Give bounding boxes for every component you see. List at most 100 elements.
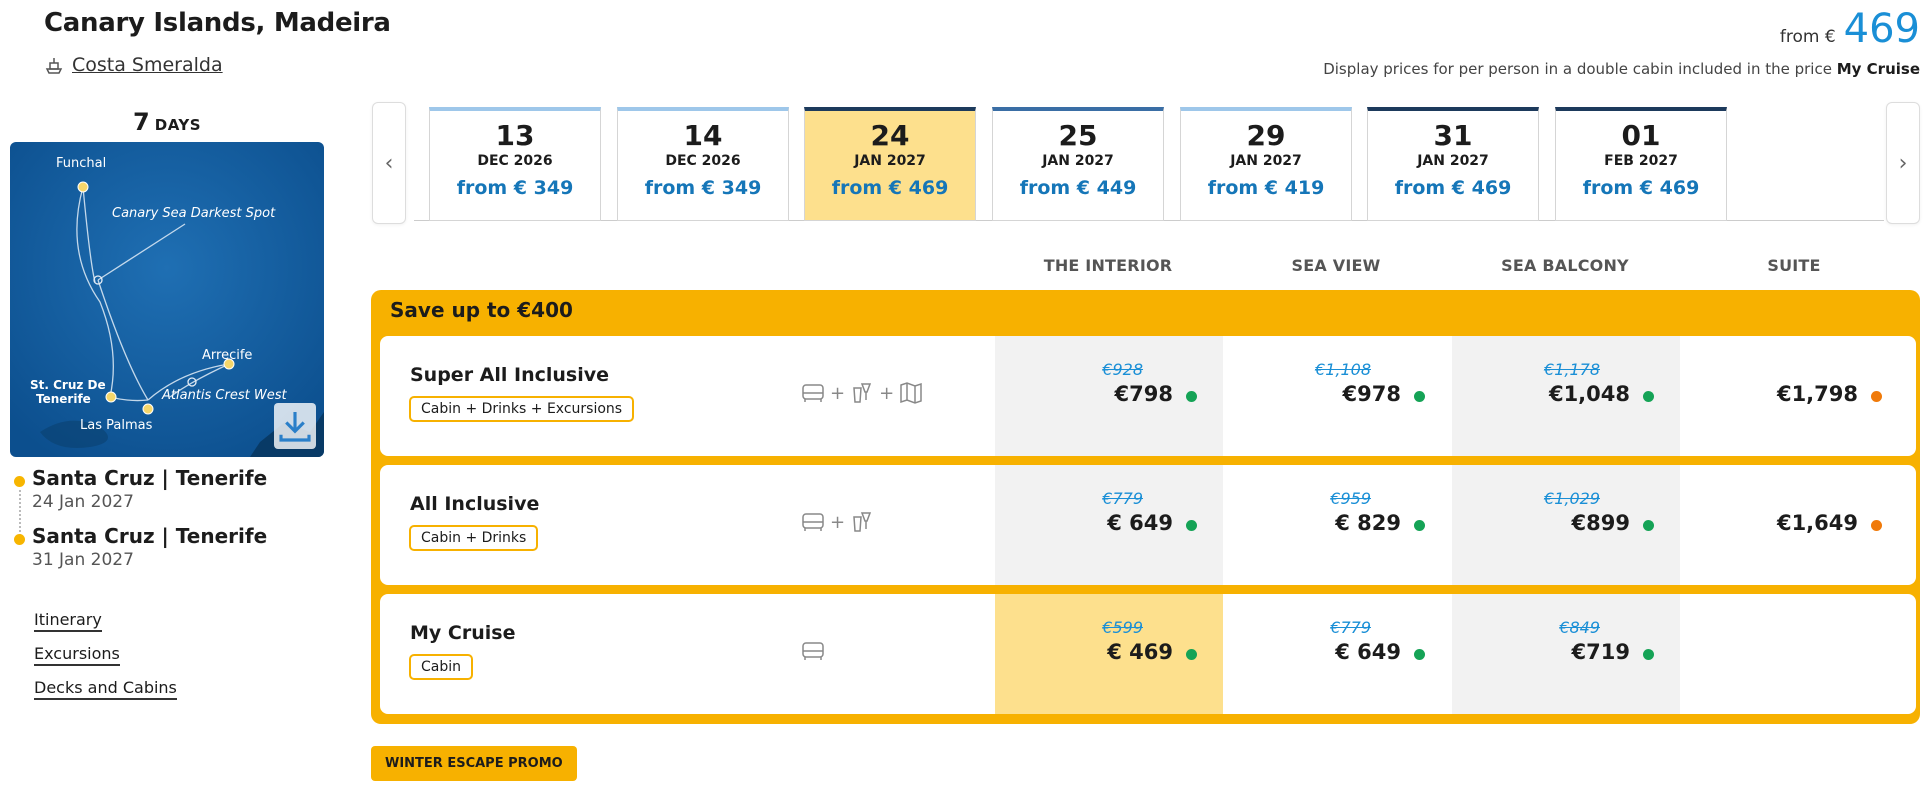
date-day: 01 — [1621, 119, 1661, 152]
price-note-package: My Cruise — [1836, 60, 1920, 78]
old-price: €779 — [1330, 618, 1371, 637]
col-header-interior: THE INTERIOR — [1043, 256, 1173, 275]
package-tag: Cabin + Drinks — [409, 525, 539, 551]
availability-dot — [1871, 520, 1882, 531]
package-name: All Inclusive — [410, 493, 540, 515]
price-note: Display prices for per person in a doubl… — [1323, 60, 1920, 78]
price-cell[interactable]: €959 € 829 — [1223, 465, 1451, 585]
package-icons: + — [800, 509, 875, 535]
map-label-las-palmas: Las Palmas — [80, 418, 153, 433]
date-price: from € 469 — [1582, 177, 1700, 199]
date-price: from € 449 — [1019, 177, 1137, 199]
price-cell[interactable]: €779 € 649 — [995, 465, 1223, 585]
current-price: €1,048 — [1548, 382, 1630, 406]
old-price: €1,029 — [1544, 489, 1600, 508]
date-card[interactable]: 13 DEC 2026 from € 349 — [429, 107, 601, 221]
next-dates-button[interactable]: › — [1886, 102, 1920, 224]
availability-dot — [1643, 649, 1654, 660]
stop-embark: Santa Cruz | Tenerife 24 Jan 2027 — [14, 466, 314, 512]
date-month: JAN 2027 — [854, 153, 926, 169]
itinerary-link[interactable]: Itinerary — [34, 610, 102, 632]
decks-cabins-link[interactable]: Decks and Cabins — [34, 678, 177, 700]
from-price: from € 469 — [1780, 6, 1920, 52]
availability-dot — [1186, 391, 1197, 402]
date-day: 13 — [495, 119, 535, 152]
map-label-arrecife: Arrecife — [202, 348, 253, 363]
price-cell[interactable]: €779 € 649 — [1223, 594, 1451, 714]
ship-link[interactable]: Costa Smeralda — [44, 54, 223, 76]
package-row-my-cruise: My Cruise Cabin €599 € 469 €779 € 649 €8… — [380, 594, 1916, 714]
itinerary-stops: Santa Cruz | Tenerife 24 Jan 2027 Santa … — [14, 466, 314, 582]
current-price: € 829 — [1335, 511, 1401, 535]
current-price: €719 — [1571, 640, 1630, 664]
current-price: € 649 — [1107, 511, 1173, 535]
date-card-selected[interactable]: 24 JAN 2027 from € 469 — [804, 107, 976, 221]
date-card[interactable]: 31 JAN 2027 from € 469 — [1367, 107, 1539, 221]
date-card[interactable]: 01 FEB 2027 from € 469 — [1555, 107, 1727, 221]
col-header-sea-view: SEA VIEW — [1291, 256, 1381, 275]
current-price: €978 — [1342, 382, 1401, 406]
price-cell-selected[interactable]: €599 € 469 — [995, 594, 1223, 714]
price-cell[interactable]: €1,029 €899 — [1452, 465, 1680, 585]
stop-port: Santa Cruz | Tenerife — [32, 466, 268, 490]
price-cell[interactable]: €1,108 €978 — [1223, 336, 1451, 456]
duration-unit: DAYS — [154, 116, 202, 134]
price-cell-empty — [1680, 594, 1908, 714]
chevron-right-icon: › — [1898, 150, 1908, 176]
download-map-button[interactable] — [274, 403, 316, 449]
availability-dot — [1414, 391, 1425, 402]
old-price: €779 — [1102, 489, 1143, 508]
map-label-st-cruz: St. Cruz De — [30, 378, 106, 392]
date-price: from € 419 — [1207, 177, 1325, 199]
plus-icon: + — [830, 511, 846, 533]
bed-icon — [802, 513, 824, 531]
duration-number: 7 — [132, 108, 150, 136]
date-day: 24 — [870, 119, 910, 152]
date-card[interactable]: 25 JAN 2027 from € 449 — [992, 107, 1164, 221]
date-price: from € 349 — [456, 177, 574, 199]
availability-dot — [1414, 649, 1425, 660]
date-day: 14 — [683, 119, 723, 152]
price-note-text: Display prices for per person in a doubl… — [1323, 60, 1832, 78]
price-cell[interactable]: €1,798 — [1680, 336, 1908, 456]
bed-icon — [802, 642, 824, 660]
date-card[interactable]: 29 JAN 2027 from € 419 — [1180, 107, 1352, 221]
availability-dot — [1186, 649, 1197, 660]
promo-badge[interactable]: WINTER ESCAPE PROMO — [371, 746, 577, 781]
date-day: 29 — [1246, 119, 1286, 152]
map-label-tenerife: Tenerife — [36, 392, 91, 406]
save-banner: Save up to €400 — [390, 298, 573, 322]
map-label-atlantis: Atlantis Crest West — [162, 388, 287, 403]
current-price: €899 — [1571, 511, 1630, 535]
ship-icon — [45, 58, 63, 74]
price-cell[interactable]: €1,649 — [1680, 465, 1908, 585]
itinerary-map[interactable]: Funchal Canary Sea Darkest Spot Arrecife… — [10, 142, 324, 457]
page-title: Canary Islands, Madeira — [44, 8, 391, 38]
date-month: DEC 2026 — [665, 153, 741, 169]
stop-dot — [14, 476, 25, 487]
stop-dot — [14, 534, 25, 545]
old-price: €849 — [1559, 618, 1600, 637]
excursions-link[interactable]: Excursions — [34, 644, 120, 666]
package-name: My Cruise — [410, 622, 516, 644]
current-price: € 649 — [1335, 640, 1401, 664]
bed-icon — [802, 384, 824, 402]
price-cell[interactable]: €849 €719 — [1452, 594, 1680, 714]
old-price: €1,178 — [1544, 360, 1600, 379]
col-header-suite: SUITE — [1767, 256, 1821, 275]
stop-date: 24 Jan 2027 — [32, 492, 134, 512]
price-cell[interactable]: €1,178 €1,048 — [1452, 336, 1680, 456]
current-price: €1,798 — [1776, 382, 1858, 406]
plus-icon: + — [879, 382, 895, 404]
package-icons — [800, 638, 826, 664]
date-card[interactable]: 14 DEC 2026 from € 349 — [617, 107, 789, 221]
price-cell[interactable]: €928 €798 — [995, 336, 1223, 456]
current-price: €1,649 — [1776, 511, 1858, 535]
package-row-all-inclusive: All Inclusive Cabin + Drinks + €779 € 64… — [380, 465, 1916, 585]
cruise-duration: 7 DAYS — [10, 108, 324, 136]
prev-dates-button[interactable]: ‹ — [372, 102, 406, 224]
availability-dot — [1186, 520, 1197, 531]
date-price: from € 349 — [644, 177, 762, 199]
current-price: €798 — [1114, 382, 1173, 406]
package-tag: Cabin + Drinks + Excursions — [409, 396, 635, 422]
